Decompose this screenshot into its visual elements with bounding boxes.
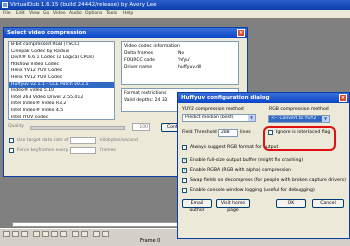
prev-frame-button[interactable] [42, 231, 49, 237]
field-threshold-label: Field Threshold [182, 130, 217, 135]
keyframe-checkbox[interactable] [9, 148, 14, 153]
menu-audio[interactable]: Audio [69, 11, 82, 16]
huff-close-icon[interactable]: × [339, 94, 347, 102]
full-output-checkbox[interactable] [182, 157, 187, 163]
next-key-button[interactable] [81, 231, 88, 237]
field-threshold-value: 288 [221, 130, 230, 135]
highlight-annotation [263, 126, 336, 151]
mark-in-button[interactable] [93, 231, 100, 237]
stop-button[interactable] [3, 231, 10, 237]
menu-file[interactable]: File [3, 11, 11, 16]
start-button[interactable] [33, 231, 40, 237]
quality-slider[interactable] [30, 126, 125, 130]
always-suggest-checkbox[interactable] [182, 145, 187, 150]
field-threshold-input[interactable]: 288 [218, 129, 238, 137]
window-title: VirtualDub 1.6.15 (build 24442/release) … [10, 2, 157, 8]
swap-fields-checkbox[interactable] [182, 178, 187, 183]
codec-list-item[interactable]: Helix YV12 YUV Codec [9, 75, 114, 82]
lines-label: lines [240, 130, 251, 135]
huff-title-bar: Huffyuv configuration dialog × [178, 93, 349, 103]
cancel-button[interactable]: Cancel [312, 199, 344, 208]
mark-out-button[interactable] [102, 231, 109, 237]
end-button[interactable] [60, 231, 67, 237]
chevron-down-icon: ▼ [322, 116, 329, 122]
codec-list-item[interactable]: Intel 263 Video Driver 2.55.012 [9, 95, 114, 102]
visit-home-page-button[interactable]: Visit home page [216, 199, 250, 213]
info-row: Delta frames No [124, 51, 236, 58]
menu-edit[interactable]: Edit [16, 11, 25, 16]
keyframe-unit: frames [100, 148, 116, 153]
keyframe-label: Force keyframes every [17, 148, 69, 153]
info-value: huffyuv.dll [178, 65, 202, 70]
rgba-label: Enable RGBA (RGB with alpha) compression [190, 168, 292, 173]
info-row: Driver name huffyuv.dll [124, 65, 236, 72]
yuy2-method-select[interactable]: Predict median (best) ▼ [182, 114, 256, 122]
info-key: Delta frames [124, 51, 154, 56]
svc-title: Select video compression [7, 30, 87, 36]
codec-info-panel: Video codec information Delta frames No F… [121, 41, 239, 85]
info-value: 'hfyu' [178, 58, 191, 63]
console-checkbox[interactable] [182, 188, 187, 193]
menu-help[interactable]: Help [123, 11, 133, 16]
rgb-method-select[interactable]: <-- Convert to YUY2 ▼ [268, 115, 330, 123]
play-output-button[interactable] [21, 231, 28, 237]
svc-title-bar: Select video compression × [4, 28, 247, 38]
rgb-method-value: <-- Convert to YUY2 [271, 116, 317, 121]
full-output-label: Enable full-size output buffer (might fi… [190, 158, 304, 163]
target-rate-input[interactable] [70, 137, 96, 144]
codec-list-item[interactable]: Huffyuv v2.1.1 - CCE Patch v0.2.5 [9, 81, 114, 89]
codec-list-item[interactable]: 8-bit compressed RGB [TSCC] [9, 42, 114, 49]
huff-title: Huffyuv configuration dialog [181, 95, 270, 101]
swap-fields-label: Swap fields on decompress (for people wi… [190, 178, 346, 183]
codec-list-item[interactable]: DivX® 6.6.1 Codec (2 Logical CPUs) [9, 55, 114, 62]
menu-bar: File Edit View Go Video Audio Options To… [0, 10, 350, 18]
email-author-button[interactable]: Email author [182, 199, 212, 213]
info-value: No [178, 51, 185, 56]
codec-list[interactable]: 8-bit compressed RGB [TSCC] Cinepak Codec… [8, 41, 115, 120]
prev-key-button[interactable] [72, 231, 79, 237]
ok-button[interactable]: OK [276, 199, 306, 208]
frame-indicator: Frame 0 [140, 238, 161, 244]
rgb-label: RGB compression method [269, 107, 329, 112]
codec-list-item[interactable]: ffdshow Video Codec [9, 62, 114, 69]
console-label: Enable console window logging (useful fo… [190, 188, 315, 193]
info-row: FOURCC code 'hfyu' [124, 58, 236, 65]
quality-input[interactable]: 100 [132, 123, 150, 131]
menu-options[interactable]: Options [85, 11, 102, 16]
rgba-checkbox[interactable] [182, 167, 187, 173]
codec-list-item[interactable]: Intel IYUV codec [9, 115, 114, 119]
play-button[interactable] [12, 231, 19, 237]
codec-list-item[interactable]: Cinepak Codec by Radius [9, 49, 114, 56]
info-key: Driver name [124, 65, 153, 70]
next-frame-button[interactable] [51, 231, 58, 237]
yuy2-label: YUY2 compression method [182, 107, 244, 112]
menu-tools[interactable]: Tools [106, 11, 117, 16]
codec-list-item[interactable]: Intel Indeo® Video R3.2 [9, 101, 114, 108]
codec-info-header: Video codec information [124, 44, 180, 49]
app-icon [2, 2, 8, 8]
quality-label: Quality [8, 124, 25, 129]
menu-go[interactable]: Go [43, 11, 49, 16]
chevron-down-icon: ▼ [248, 115, 255, 121]
target-rate-unit: kilobytes/second [100, 138, 138, 143]
keyframe-input[interactable] [70, 147, 96, 154]
menu-video[interactable]: Video [53, 11, 66, 16]
codec-list-item[interactable]: Indeo® video 5.10 [9, 88, 114, 95]
codec-list-item[interactable]: Intel Indeo® Video 4.5 [9, 108, 114, 115]
target-rate-label: Use target data rate of [17, 138, 69, 143]
window-title-bar: VirtualDub 1.6.15 (build 24442/release) … [0, 0, 350, 10]
codec-list-item[interactable]: Helix YV12 YUV Codec [9, 68, 114, 75]
yuy2-method-value: Predict median (best) [185, 115, 234, 120]
target-rate-checkbox[interactable] [9, 138, 14, 143]
svc-close-icon[interactable]: × [237, 29, 245, 37]
menu-view[interactable]: View [29, 11, 40, 16]
info-key: FOURCC code [124, 58, 155, 63]
huffyuv-config-dialog: Huffyuv configuration dialog × YUY2 comp… [177, 92, 350, 239]
